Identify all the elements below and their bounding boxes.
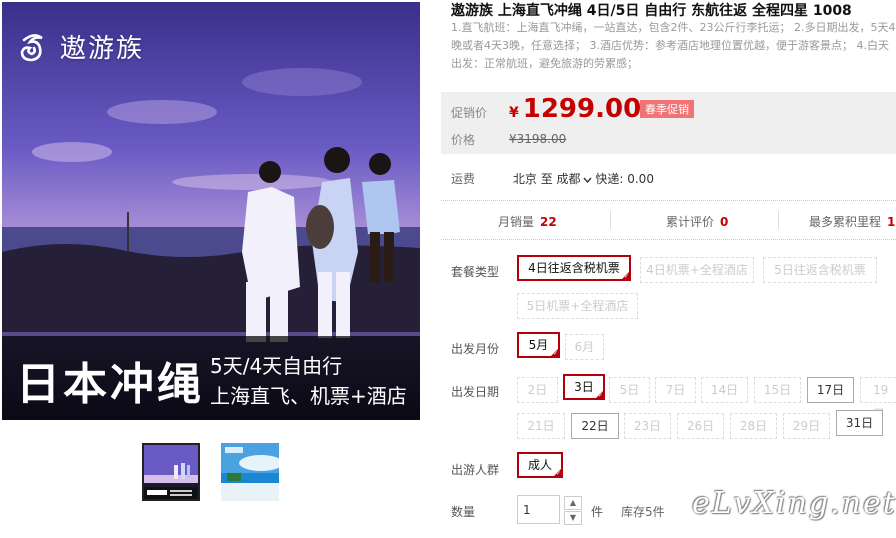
date-option[interactable]: 7日 bbox=[655, 377, 696, 403]
departure-month-label: 出发月份 bbox=[451, 342, 500, 356]
month-option-selected[interactable]: 5月 ✓ bbox=[517, 332, 560, 358]
option-label: 4日往返含税机票 bbox=[528, 261, 620, 275]
banner-package: 上海直飞、机票+酒店 bbox=[210, 384, 407, 408]
brand-logo: 遨游族 bbox=[16, 28, 144, 65]
review-count[interactable]: 累计评价 0 bbox=[666, 213, 728, 230]
up-arrow-icon: ▲ bbox=[569, 498, 577, 507]
thumbnail-okinawa-beach bbox=[221, 443, 279, 501]
max-points-label: 最多累积里程 bbox=[809, 215, 882, 229]
date-option[interactable]: 21日 bbox=[517, 413, 565, 439]
departure-date-label: 出发日期 bbox=[451, 385, 500, 399]
date-option[interactable]: 29日 bbox=[783, 413, 830, 439]
date-option[interactable]: 28日 bbox=[730, 413, 777, 439]
month-option[interactable]: 6月 bbox=[565, 334, 604, 360]
thumbnail-okinawa-sunset bbox=[144, 445, 198, 499]
banner-title: 日本冲绳 bbox=[16, 359, 204, 410]
watermark: eLvXing.net bbox=[692, 486, 896, 521]
date-option[interactable]: 19日 bbox=[860, 377, 896, 421]
shipping-to-word: 至 bbox=[540, 172, 553, 186]
date-option[interactable]: 5日 bbox=[609, 377, 650, 403]
shipping-destination: 成都 bbox=[556, 172, 581, 186]
original-price-label: 价格 bbox=[451, 133, 476, 147]
quantity-input[interactable] bbox=[517, 495, 560, 524]
date-option[interactable]: 23日 bbox=[624, 413, 671, 439]
divider bbox=[610, 211, 611, 229]
date-option-available[interactable]: 22日 bbox=[571, 413, 619, 439]
date-option[interactable]: 15日 bbox=[754, 377, 801, 403]
price-panel: 促销价 ¥1299.00 春季促销 价格 ¥3198.00 bbox=[441, 92, 896, 154]
check-corner-icon: ✓ bbox=[555, 470, 561, 477]
shipping-label: 运费 bbox=[451, 172, 476, 186]
banner-duration: 5天/4天自由行 bbox=[210, 354, 343, 378]
thumbnail-2[interactable] bbox=[221, 443, 279, 501]
promo-price-value: 1299.00 bbox=[522, 94, 642, 124]
brand-name: 遨游族 bbox=[60, 34, 145, 64]
shipping-row: 运费 北京 至 成都 快递: 0.00 bbox=[451, 170, 654, 187]
promo-banner: 日本冲绳 5天/4天自由行 上海直飞、机票+酒店 bbox=[2, 336, 420, 420]
original-price: ¥3198.00 bbox=[509, 132, 567, 146]
traveler-option-selected[interactable]: 成人 ✓ bbox=[517, 452, 563, 478]
check-corner-icon: ✓ bbox=[552, 350, 558, 357]
quantity-unit: 件 bbox=[591, 505, 604, 519]
option-label: 成人 bbox=[527, 458, 552, 472]
date-option-selected[interactable]: 3日 ✓ bbox=[563, 374, 605, 400]
divider bbox=[778, 211, 779, 229]
stats-bar: 月销量 22 累计评价 0 最多累积里程 1 bbox=[441, 200, 896, 240]
date-option[interactable]: 14日 bbox=[701, 377, 748, 403]
swirl-logo-icon bbox=[20, 33, 43, 61]
chevron-down-icon bbox=[583, 172, 592, 186]
promo-tag: 春季促销 bbox=[640, 100, 694, 118]
date-option[interactable]: 2日 bbox=[517, 377, 558, 403]
product-highlights: 1.直飞航班：上海直飞冲绳，一站直达，包含2件、23公斤行李托运； 2.多日期出… bbox=[451, 21, 896, 70]
shipping-destination-select[interactable]: 成都 bbox=[557, 172, 592, 186]
option-label: 5月 bbox=[528, 338, 549, 352]
monthly-sales-value: 22 bbox=[540, 215, 557, 229]
review-count-label: 累计评价 bbox=[666, 215, 715, 229]
stock-count: 库存5件 bbox=[621, 505, 665, 519]
date-option[interactable]: 26日 bbox=[677, 413, 724, 439]
max-points-value: 1 bbox=[887, 215, 896, 229]
monthly-sales-label: 月销量 bbox=[498, 215, 535, 229]
shipping-from: 北京 bbox=[512, 172, 537, 186]
promo-price: ¥1299.00 bbox=[509, 94, 641, 124]
quantity-decrement-button[interactable]: ▼ bbox=[564, 511, 582, 525]
package-option[interactable]: 5日往返含税机票 bbox=[763, 257, 877, 283]
max-points: 最多累积里程 1 bbox=[809, 213, 895, 230]
package-option[interactable]: 5日机票+全程酒店 bbox=[517, 293, 638, 319]
package-option[interactable]: 4日机票+全程酒店 bbox=[640, 257, 754, 283]
traveler-type-label: 出游人群 bbox=[451, 463, 500, 477]
thumbnail-1[interactable] bbox=[142, 443, 200, 501]
down-arrow-icon: ▼ bbox=[569, 513, 577, 522]
check-corner-icon: ✓ bbox=[623, 273, 629, 280]
product-title: 遨游族 上海直飞冲绳 4日/5日 自由行 东航往返 全程四星 1008 bbox=[451, 3, 852, 19]
main-product-image: 遨游族 日本冲绳 5天/4天自由行 上海直飞、机票+酒店 bbox=[2, 2, 420, 420]
review-count-value: 0 bbox=[720, 215, 729, 229]
package-type-label: 套餐类型 bbox=[451, 265, 500, 279]
promo-price-label: 促销价 bbox=[451, 106, 488, 120]
check-corner-icon: ✓ bbox=[597, 392, 603, 399]
date-option-available[interactable]: 17日 bbox=[807, 377, 854, 403]
shipping-fee: 快递: 0.00 bbox=[595, 172, 654, 186]
date-option-available[interactable]: 31日 bbox=[836, 410, 883, 436]
quantity-increment-button[interactable]: ▲ bbox=[564, 496, 582, 510]
currency-symbol: ¥ bbox=[509, 105, 519, 121]
package-option-selected[interactable]: 4日往返含税机票 ✓ bbox=[517, 255, 631, 281]
monthly-sales: 月销量 22 bbox=[498, 213, 557, 230]
option-label: 3日 bbox=[574, 380, 594, 394]
quantity-label: 数量 bbox=[451, 505, 476, 519]
